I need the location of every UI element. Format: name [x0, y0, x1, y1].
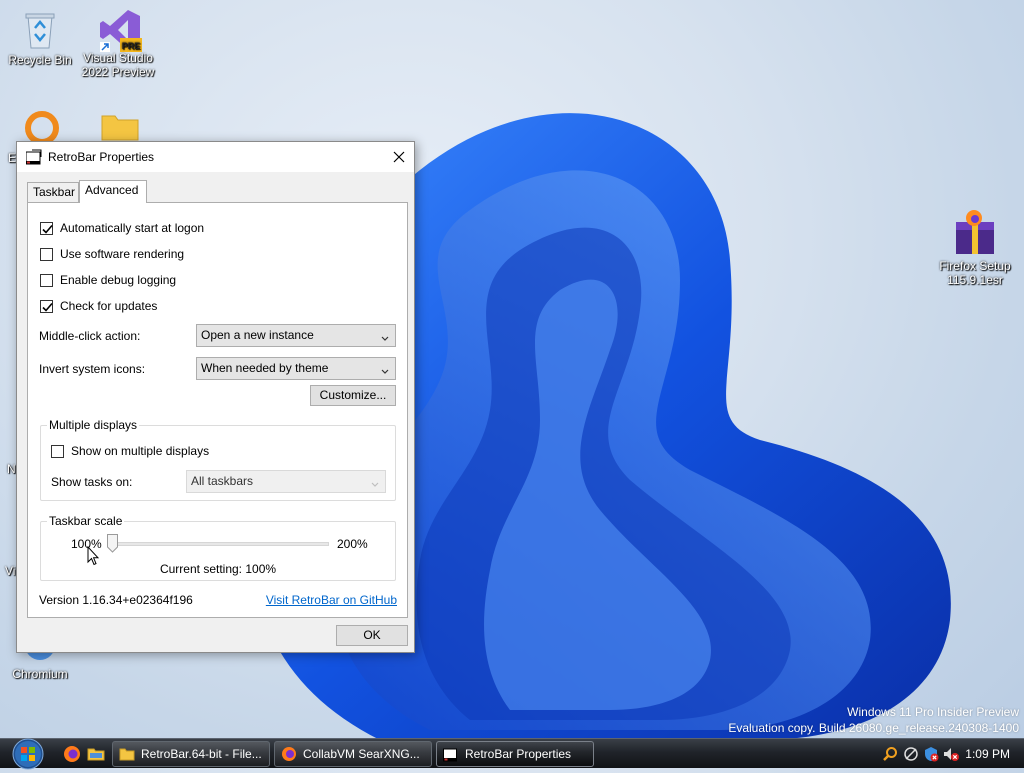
invert-icons-label: Invert system icons: — [39, 362, 146, 376]
tab-advanced[interactable]: Advanced — [79, 180, 147, 203]
desktop-icon-label: Firefox Setup 115.9.1esr — [939, 259, 1011, 287]
visual-studio-icon: PRE — [98, 8, 142, 52]
quicklaunch-firefox[interactable] — [63, 745, 81, 763]
software-rendering-checkbox[interactable]: Use software rendering — [40, 247, 184, 261]
taskbar-item-firefox[interactable]: CollabVM SearXNG... — [274, 741, 432, 767]
taskbar-item-explorer[interactable]: RetroBar.64-bit - File... — [112, 741, 270, 767]
multiple-displays-group: Multiple displays Show on multiple displ… — [40, 418, 396, 501]
invert-icons-dropdown[interactable]: When needed by theme — [196, 357, 396, 380]
checkbox-box — [40, 273, 53, 287]
desktop-icon-label: Chromium — [12, 667, 68, 681]
desktop-icon-visual-studio[interactable]: PRE Visual Studio 2022 Preview — [78, 8, 158, 79]
github-link[interactable]: Visit RetroBar on GitHub — [266, 593, 397, 607]
version-text: Version 1.16.34+e02364f196 — [39, 593, 193, 607]
desktop-icon-label: Visual Studio 2022 Preview — [81, 51, 155, 79]
taskbar-clock[interactable]: 1:09 PM — [965, 747, 1010, 761]
volume-muted-tray-icon[interactable] — [942, 746, 959, 762]
check-updates-checkbox[interactable]: Check for updates — [40, 299, 157, 313]
dropdown-value: Open a new instance — [201, 328, 314, 342]
firefox-icon — [64, 746, 80, 762]
taskbar-item-retrobar-properties[interactable]: RetroBar Properties — [436, 741, 594, 767]
windows-orb-icon — [12, 738, 44, 770]
debug-logging-checkbox[interactable]: Enable debug logging — [40, 273, 176, 287]
checkbox-box — [40, 299, 53, 313]
desktop-icon-recycle-bin[interactable]: Recycle Bin — [0, 10, 80, 67]
start-button[interactable] — [7, 737, 49, 770]
installer-box-icon — [952, 208, 998, 256]
chevron-down-icon — [381, 364, 389, 378]
close-button[interactable] — [384, 142, 414, 172]
middle-click-dropdown[interactable]: Open a new instance — [196, 324, 396, 347]
close-icon — [393, 151, 405, 163]
checkbox-box — [40, 247, 53, 261]
network-tray-icon[interactable] — [903, 746, 919, 762]
windows-watermark: Windows 11 Pro Insider Preview Evaluatio… — [728, 704, 1019, 736]
checkbox-label: Show on multiple displays — [71, 444, 210, 458]
security-tray-icon[interactable] — [923, 746, 939, 762]
quicklaunch-explorer[interactable] — [87, 745, 105, 763]
ok-button[interactable]: OK — [336, 625, 408, 646]
checkbox-label: Use software rendering — [60, 247, 185, 261]
customize-button[interactable]: Customize... — [310, 385, 396, 406]
chevron-down-icon — [381, 331, 389, 345]
checkbox-label: Automatically start at logon — [60, 221, 205, 235]
middle-click-label: Middle-click action: — [39, 329, 141, 343]
retrobar-properties-dialog: RetroBar Properties Taskbar Advanced Aut… — [16, 141, 415, 653]
checkbox-box — [51, 444, 64, 458]
taskbar-item-label: CollabVM SearXNG... — [303, 747, 420, 761]
search-tray-icon[interactable] — [882, 746, 898, 762]
scale-max-label: 200% — [337, 537, 368, 551]
recycle-bin-icon — [20, 10, 60, 50]
retrobar-icon — [25, 149, 42, 165]
vs-pre-badge: PRE — [122, 41, 141, 51]
auto-start-checkbox[interactable]: Automatically start at logon — [40, 221, 204, 235]
retrobar-icon — [443, 746, 459, 762]
checkbox-box — [40, 221, 53, 235]
advanced-tab-panel: Automatically start at logon Use softwar… — [27, 202, 408, 618]
dialog-titlebar[interactable]: RetroBar Properties — [17, 142, 414, 172]
group-title: Taskbar scale — [47, 514, 125, 528]
taskbar: RetroBar.64-bit - File... CollabVM SearX… — [0, 737, 1024, 770]
show-tasks-label: Show tasks on: — [51, 475, 133, 489]
folder-icon — [119, 746, 135, 762]
desktop-icon-firefox-setup[interactable]: Firefox Setup 115.9.1esr — [935, 208, 1015, 287]
desktop-icon-label: Recycle Bin — [8, 53, 72, 67]
taskbar-item-label: RetroBar.64-bit - File... — [141, 747, 262, 761]
tab-taskbar[interactable]: Taskbar — [27, 182, 79, 202]
dialog-title: RetroBar Properties — [48, 150, 155, 164]
mouse-cursor-icon — [87, 546, 99, 566]
group-title: Multiple displays — [47, 418, 140, 432]
watermark-line-1: Windows 11 Pro Insider Preview — [847, 705, 1019, 719]
folder-icon — [87, 748, 105, 761]
dropdown-value: When needed by theme — [201, 361, 329, 375]
checkbox-label: Enable debug logging — [60, 273, 177, 287]
scale-slider-track[interactable] — [107, 542, 329, 546]
show-multiple-displays-checkbox[interactable]: Show on multiple displays — [51, 444, 209, 458]
firefox-icon — [281, 746, 297, 762]
checkbox-label: Check for updates — [60, 299, 158, 313]
chevron-down-icon — [371, 477, 379, 491]
dropdown-value: All taskbars — [191, 474, 254, 488]
watermark-line-2: Evaluation copy. Build 26080.ge_release.… — [728, 721, 1019, 735]
taskbar-item-label: RetroBar Properties — [465, 747, 572, 761]
scale-slider-thumb[interactable] — [107, 534, 118, 553]
show-tasks-dropdown[interactable]: All taskbars — [186, 470, 386, 493]
